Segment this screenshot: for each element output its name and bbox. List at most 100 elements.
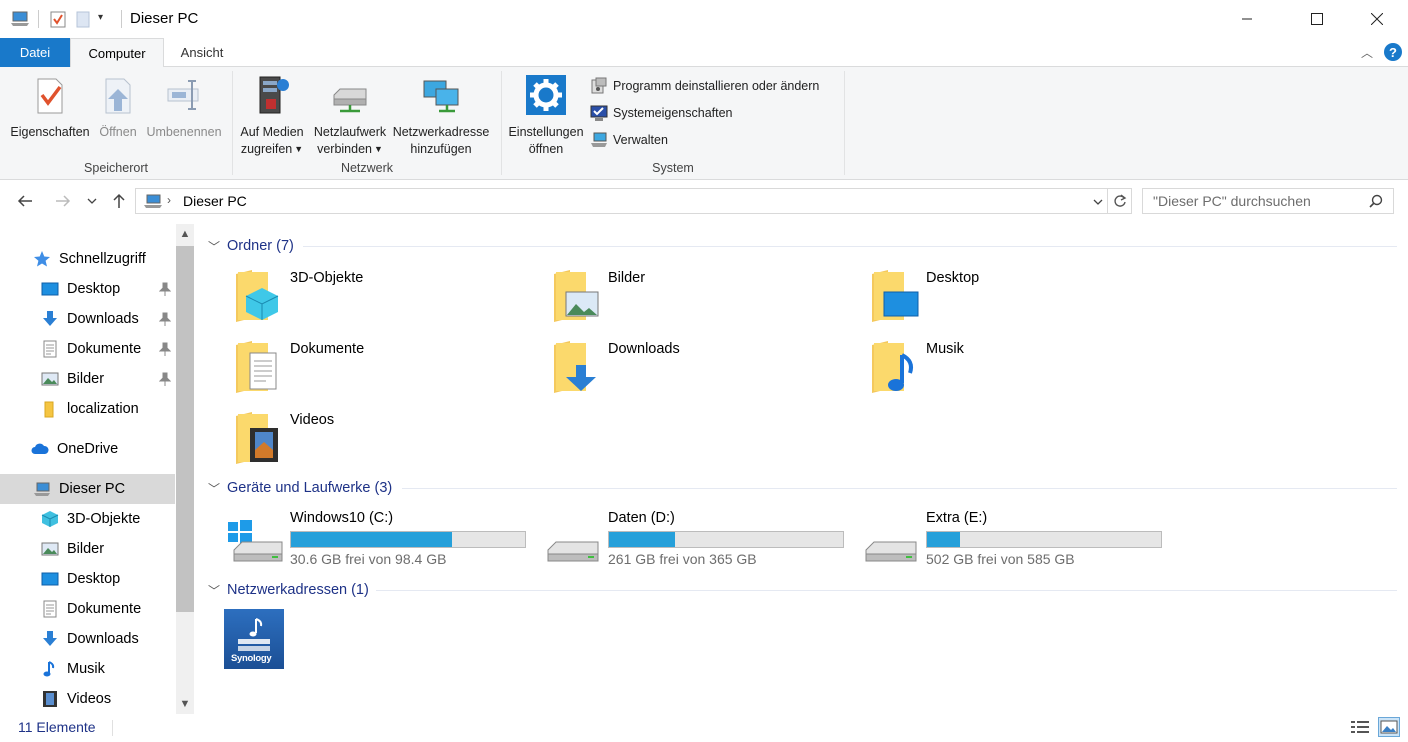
einstellungen-oeffnen-button[interactable]: Einstellungen öffnen: [506, 75, 586, 158]
verwalten-button[interactable]: Verwalten: [590, 129, 668, 151]
chevron-down-icon: ﹀: [208, 583, 221, 598]
search-icon[interactable]: [1369, 194, 1383, 208]
customize-qat-icon[interactable]: ▾: [98, 12, 103, 23]
netzwerkadresse-hinzufuegen-button[interactable]: Netzwerkadresse hinzufügen: [391, 75, 491, 158]
folder-3d-objekte[interactable]: 3D-Objekte: [234, 268, 534, 334]
drive-c[interactable]: Windows10 (C:) 30.6 GB frei von 98.4 GB: [228, 510, 548, 570]
chevron-down-icon: [87, 198, 97, 204]
nav-item-3d-objekte[interactable]: 3D-Objekte: [0, 504, 175, 534]
nav-item-downloads[interactable]: Downloads: [0, 304, 175, 334]
details-view-icon[interactable]: [1350, 719, 1370, 735]
3d-cube-icon: [41, 511, 59, 527]
group-label-netzwerk: Netzwerk: [340, 161, 394, 175]
video-film-icon: [43, 691, 57, 707]
download-arrow-icon: [43, 631, 57, 646]
help-icon[interactable]: ?: [1384, 43, 1402, 61]
group-header-netzwerkadressen[interactable]: ﹀ Netzwerkadressen (1): [208, 579, 369, 601]
nav-item-schnellzugriff[interactable]: Schnellzugriff: [0, 244, 175, 274]
music-note-icon: [43, 661, 55, 677]
address-dropdown-icon[interactable]: [1093, 198, 1103, 206]
nav-item-pc-desktop[interactable]: Desktop: [0, 564, 175, 594]
nav-item-pc-dokumente[interactable]: Dokumente: [0, 594, 175, 624]
medien-label-2: zugreifen: [240, 142, 293, 156]
up-button[interactable]: [106, 188, 132, 214]
drive-d[interactable]: Daten (D:) 261 GB frei von 365 GB: [546, 510, 866, 570]
nav-item-videos[interactable]: Videos: [0, 684, 175, 714]
close-button[interactable]: [1354, 0, 1400, 38]
maximize-button[interactable]: [1294, 0, 1340, 38]
nav-item-pc-downloads[interactable]: Downloads: [0, 624, 175, 654]
recent-locations-button[interactable]: [82, 188, 102, 214]
pictures-icon: [41, 372, 59, 386]
nav-item-bilder[interactable]: Bilder: [0, 364, 175, 394]
auf-medien-zugreifen-button[interactable]: Auf Medien zugreifen ▼: [236, 75, 308, 158]
umbenennen-button[interactable]: Umbenennen: [143, 75, 225, 141]
item-count: 11 Elemente: [18, 719, 96, 735]
folder-bilder[interactable]: Bilder: [552, 268, 852, 334]
nav-item-dieser-pc[interactable]: Dieser PC: [0, 474, 175, 504]
synology-logo-text: Synology: [231, 653, 272, 664]
group-header-ordner[interactable]: ﹀ Ordner (7): [208, 235, 294, 257]
network-location-icon: [423, 80, 459, 113]
tab-ansicht[interactable]: Ansicht: [164, 38, 240, 67]
tab-datei[interactable]: Datei: [0, 38, 70, 67]
collapse-ribbon-icon[interactable]: ︿: [1361, 44, 1373, 61]
system-properties-icon: [590, 105, 608, 121]
netzlaufwerk-label-1: Netzlaufwerk: [313, 125, 387, 139]
nav-scrollbar-thumb[interactable]: [176, 246, 194, 612]
nav-item-pc-bilder[interactable]: Bilder: [0, 534, 175, 564]
documents-folder-icon: [236, 341, 277, 393]
music-folder-icon: [872, 341, 913, 393]
breadcrumb[interactable]: Dieser PC: [183, 193, 247, 209]
medien-label-1: Auf Medien: [240, 125, 304, 139]
document-icon: [43, 600, 57, 618]
minimize-button[interactable]: [1224, 0, 1270, 38]
chevron-down-icon: ﹀: [208, 481, 221, 496]
eigenschaften-button[interactable]: Eigenschaften: [8, 75, 92, 141]
new-folder-icon[interactable]: [76, 10, 90, 28]
properties-icon[interactable]: [50, 10, 66, 28]
folder-dokumente[interactable]: Dokumente: [234, 339, 534, 405]
group-header-geraete[interactable]: ﹀ Geräte und Laufwerke (3): [208, 477, 392, 499]
nav-item-musik[interactable]: Musik: [0, 654, 175, 684]
status-bar: 11 Elemente: [0, 714, 1408, 742]
large-icons-view-icon[interactable]: [1378, 717, 1400, 737]
address-bar[interactable]: › Dieser PC: [135, 188, 1108, 214]
properties-icon: [37, 78, 63, 114]
refresh-icon: [1113, 194, 1126, 207]
drive-e[interactable]: Extra (E:) 502 GB frei von 585 GB: [864, 510, 1184, 570]
scroll-up-icon[interactable]: ▲: [176, 224, 194, 244]
pin-icon: [159, 372, 171, 386]
folder-desktop[interactable]: Desktop: [870, 268, 1170, 334]
refresh-button[interactable]: [1108, 188, 1132, 214]
systemeigenschaften-button[interactable]: Systemeigenschaften: [590, 102, 733, 124]
drive-usage-fill: [291, 532, 453, 547]
back-button[interactable]: [12, 188, 38, 214]
settings-gear-icon: [526, 75, 566, 115]
nav-item-localization[interactable]: localization: [0, 394, 175, 424]
folder-icon: [44, 401, 54, 418]
separator: [232, 71, 233, 175]
desktop-icon: [41, 282, 59, 296]
nav-item-onedrive[interactable]: OneDrive: [0, 434, 175, 464]
navigation-pane: Schnellzugriff Desktop Downloads Dokumen…: [0, 224, 196, 714]
oeffnen-button[interactable]: Öffnen: [96, 75, 140, 141]
folder-downloads[interactable]: Downloads: [552, 339, 852, 405]
netzlaufwerk-verbinden-button[interactable]: Netzlaufwerk verbinden ▼: [310, 75, 390, 158]
open-icon: [105, 78, 131, 114]
computer-icon: [11, 11, 29, 26]
scroll-down-icon[interactable]: ▼: [176, 694, 194, 714]
folder-musik[interactable]: Musik: [870, 339, 1170, 405]
tab-computer[interactable]: Computer: [70, 38, 164, 68]
breadcrumb-chevron-icon[interactable]: ›: [167, 193, 171, 207]
folder-videos[interactable]: Videos: [234, 410, 534, 476]
forward-arrow-icon: [56, 195, 71, 207]
forward-button[interactable]: [50, 188, 76, 214]
search-input[interactable]: [1143, 189, 1358, 213]
nav-item-desktop[interactable]: Desktop: [0, 274, 175, 304]
nav-item-dokumente[interactable]: Dokumente: [0, 334, 175, 364]
pictures-folder-icon: [554, 270, 599, 322]
group-divider: [303, 246, 1397, 247]
network-location-synology[interactable]: Synology: [224, 609, 284, 669]
programm-deinstallieren-button[interactable]: Programm deinstallieren oder ändern: [590, 75, 819, 97]
